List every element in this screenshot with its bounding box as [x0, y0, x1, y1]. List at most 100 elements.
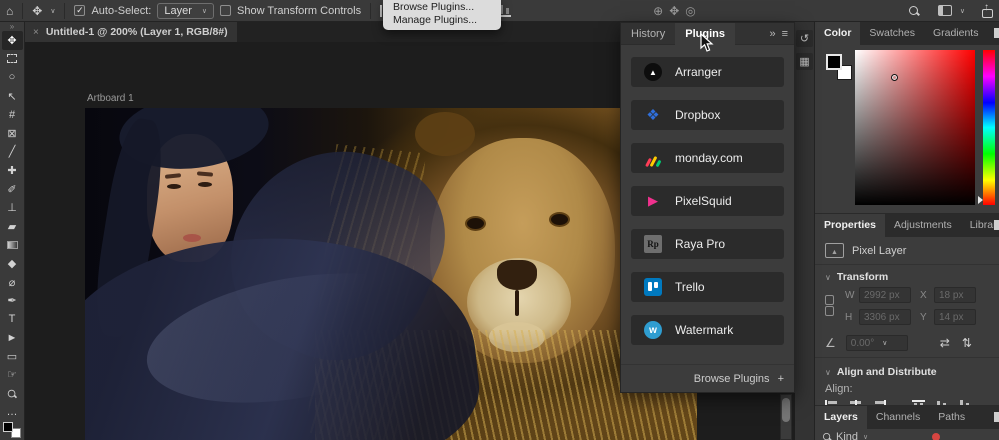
- tool-zoom[interactable]: [2, 384, 23, 403]
- 3d-orbit-icon[interactable]: ✥: [669, 5, 679, 17]
- panel-menu-icon[interactable]: [994, 220, 999, 230]
- transform-section-header[interactable]: ∨ Transform: [815, 265, 999, 287]
- height-label: H: [845, 311, 853, 323]
- align-section-header[interactable]: ∨ Align and Distribute: [815, 360, 999, 382]
- menu-item-browse-plugins[interactable]: Browse Plugins...: [383, 1, 501, 14]
- flip-vertical-icon[interactable]: ⇅: [962, 336, 972, 350]
- tool-pen[interactable]: ✒: [2, 291, 23, 310]
- tool-type[interactable]: T: [2, 310, 23, 329]
- plugin-item-monday[interactable]: monday.com: [631, 143, 784, 173]
- tool-crop[interactable]: #: [2, 105, 23, 124]
- auto-select-checkbox[interactable]: ✓: [74, 5, 86, 16]
- tool-lasso[interactable]: ○: [2, 68, 23, 87]
- filter-toggle-icon[interactable]: [932, 433, 941, 440]
- plugin-name: Watermark: [675, 323, 734, 337]
- plugin-item-pixelsquid[interactable]: ▶ PixelSquid: [631, 186, 784, 216]
- hue-slider[interactable]: [983, 50, 995, 205]
- tool-object-selection[interactable]: ↖: [2, 87, 23, 106]
- plugin-item-dropbox[interactable]: ❖ Dropbox: [631, 100, 784, 130]
- rotation-angle-field[interactable]: 0.00° ∨: [845, 335, 908, 351]
- plugin-item-trello[interactable]: Trello: [631, 272, 784, 302]
- foreground-background-swatches[interactable]: [3, 422, 21, 439]
- height-field[interactable]: [859, 309, 911, 325]
- tool-path-selection[interactable]: ►: [2, 329, 23, 348]
- plugin-item-raya-pro[interactable]: Rp Raya Pro: [631, 229, 784, 259]
- link-dimensions-icon[interactable]: [825, 295, 834, 317]
- share-icon[interactable]: ↑: [981, 1, 993, 18]
- toolbar-flyout-icon[interactable]: »: [10, 22, 14, 31]
- pixelsquid-logo-icon: ▶: [648, 193, 658, 208]
- browse-plugins-link[interactable]: Browse Plugins: [694, 373, 770, 385]
- foreground-color-swatch[interactable]: [826, 54, 842, 70]
- search-icon[interactable]: [908, 5, 920, 17]
- tab-paths[interactable]: Paths: [929, 406, 974, 429]
- tab-gradients[interactable]: Gradients: [924, 22, 988, 45]
- saturation-brightness-picker[interactable]: [855, 50, 975, 205]
- tool-gradient[interactable]: [2, 236, 23, 255]
- menu-item-manage-plugins[interactable]: Manage Plugins...: [383, 14, 501, 27]
- tab-properties[interactable]: Properties: [815, 214, 885, 237]
- history-panel-icon[interactable]: ↺: [796, 30, 813, 47]
- tool-frame[interactable]: ⊠: [2, 124, 23, 143]
- plugin-item-arranger[interactable]: ▲ Arranger: [631, 57, 784, 87]
- tool-eraser[interactable]: ▰: [2, 217, 23, 236]
- mouse-cursor: [700, 33, 714, 52]
- tool-healing-brush[interactable]: ✚: [2, 161, 23, 180]
- home-icon[interactable]: ⌂: [6, 5, 13, 17]
- tool-blur[interactable]: ◆: [2, 254, 23, 273]
- foreground-background-swatches[interactable]: [826, 54, 852, 80]
- transform-fields: W X H Y: [815, 287, 999, 333]
- panel-menu-icon[interactable]: [994, 28, 999, 38]
- tool-eyedropper[interactable]: ╱: [2, 143, 23, 162]
- y-field[interactable]: [934, 309, 976, 325]
- tool-hand[interactable]: ☞: [2, 366, 23, 385]
- tab-swatches[interactable]: Swatches: [860, 22, 924, 45]
- flip-horizontal-icon[interactable]: ⇄: [940, 336, 950, 350]
- edit-toolbar-button[interactable]: …: [2, 403, 23, 422]
- foreground-color-swatch[interactable]: [3, 422, 13, 433]
- 3d-dolly-icon[interactable]: ◎: [685, 5, 695, 17]
- snapshot-panel-icon[interactable]: ▦: [796, 53, 813, 70]
- tool-clone-stamp[interactable]: ⊥: [2, 198, 23, 217]
- chevron-down-icon[interactable]: ∨: [50, 7, 55, 15]
- tool-dodge[interactable]: ⌀: [2, 273, 23, 292]
- watermark-logo-icon: w: [644, 321, 662, 339]
- tab-adjustments[interactable]: Adjustments: [885, 214, 961, 237]
- tab-color[interactable]: Color: [815, 22, 861, 45]
- tab-history[interactable]: History: [621, 23, 675, 45]
- panel-menu-icon[interactable]: ≡: [782, 28, 788, 40]
- chevron-down-icon[interactable]: ∨: [960, 7, 965, 15]
- workspace-switcher-icon[interactable]: [937, 5, 952, 16]
- filter-kind-label[interactable]: Kind: [836, 431, 858, 440]
- color-picker-marker[interactable]: [891, 74, 898, 81]
- color-panel: Color Swatches Gradients Patterns: [815, 22, 999, 213]
- move-tool-preset-icon[interactable]: ✥: [32, 5, 42, 17]
- panel-menu-icon[interactable]: [994, 412, 999, 422]
- 3d-pan-icon[interactable]: ⊕: [653, 5, 663, 17]
- tab-layers[interactable]: Layers: [815, 406, 867, 429]
- tool-brush[interactable]: ✐: [2, 180, 23, 199]
- pixel-layer-icon: ▲: [825, 243, 844, 258]
- show-transform-checkbox[interactable]: .: [220, 5, 232, 16]
- tool-marquee[interactable]: [2, 50, 23, 69]
- transform-title: Transform: [836, 271, 889, 283]
- hue-slider-marker[interactable]: [978, 196, 983, 204]
- tab-channels[interactable]: Channels: [867, 406, 929, 429]
- close-tab-icon[interactable]: ×: [33, 27, 39, 38]
- canvas-image[interactable]: [85, 108, 697, 440]
- scrollbar-thumb[interactable]: [782, 398, 790, 422]
- collapse-panel-icon[interactable]: »: [769, 28, 775, 40]
- tool-shape[interactable]: ▭: [2, 347, 23, 366]
- canvas-vertical-scrollbar[interactable]: [780, 394, 792, 440]
- tool-move[interactable]: ✥: [1, 31, 23, 50]
- object-selection-icon: ↖: [7, 90, 17, 103]
- x-field[interactable]: [934, 287, 976, 303]
- chevron-down-icon[interactable]: ∨: [863, 433, 868, 440]
- share-arrow-icon: ↑: [984, 1, 989, 13]
- plugin-item-watermark[interactable]: w Watermark: [631, 315, 784, 345]
- document-tab[interactable]: × Untitled-1 @ 200% (Layer 1, RGB/8#): [25, 22, 237, 42]
- plus-icon[interactable]: +: [778, 373, 784, 385]
- auto-select-target-dropdown[interactable]: Layer ∨: [157, 2, 215, 19]
- width-field[interactable]: [859, 287, 911, 303]
- artboard-label[interactable]: Artboard 1: [87, 93, 134, 104]
